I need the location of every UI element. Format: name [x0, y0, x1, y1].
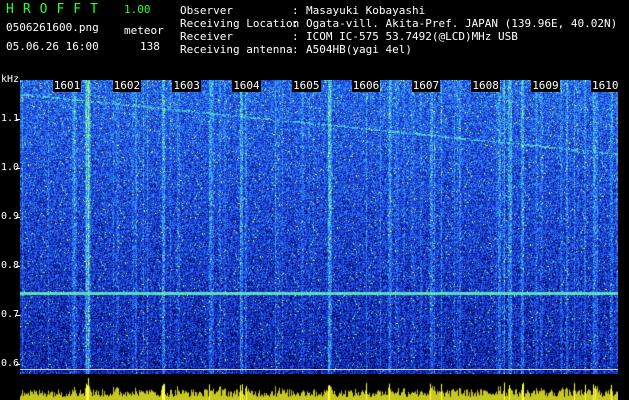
app-name: HROFFT — [6, 2, 107, 17]
observer-value: Masayuki Kobayashi — [306, 4, 426, 17]
event-type: meteor — [124, 24, 164, 37]
spectrogram-panel: kHz 1.1 1.0 0.9 0.8 0.7 0.6 1601 1602 1603 1604 1… — [0, 74, 629, 400]
event-count: 138 — [140, 40, 160, 53]
separator: : — [292, 17, 299, 30]
receiver-value: ICOM IC-575 53.7492(@LCD)MHz USB — [306, 30, 518, 43]
time-tick-label: 1608 — [471, 79, 500, 92]
y-tick-mark — [16, 119, 20, 121]
time-tick-label: 1601 — [52, 79, 82, 92]
observer-label: Observer — [180, 4, 233, 17]
filename: 0506261600.png — [6, 21, 99, 34]
datetime: 05.06.26 16:00 — [6, 40, 99, 53]
station-info: Observer: Masayuki Kobayashi Receiving Lo… — [180, 4, 617, 56]
y-tick-mark — [16, 266, 20, 268]
receiver-row: Receiver: ICOM IC-575 53.7492(@LCD)MHz US… — [180, 30, 617, 43]
y-tick-mark — [16, 217, 20, 219]
time-tick-label: 1606 — [351, 79, 381, 92]
time-tick-label: 1602 — [112, 79, 142, 92]
frequency-axis: kHz 1.1 1.0 0.9 0.8 0.7 0.6 — [0, 74, 20, 400]
observer-row: Observer: Masayuki Kobayashi — [180, 4, 617, 17]
signal-level-strip — [20, 376, 618, 400]
info-header: HROFFT 1.00 0506261600.png meteor 05.06.… — [0, 0, 629, 80]
separator: : — [292, 43, 299, 56]
antenna-value: A504HB(yagi 4el) — [306, 43, 412, 56]
time-tick-label: 1610 — [591, 79, 620, 92]
location-row: Receiving Location: Ogata-vill. Akita-Pre… — [180, 17, 617, 30]
separator: : — [292, 4, 299, 17]
baseline-line — [20, 369, 618, 370]
antenna-label: Receiving antenna — [180, 43, 293, 56]
app-version: 1.00 — [124, 3, 151, 16]
y-tick-mark — [16, 364, 20, 366]
time-tick-label: 1609 — [531, 79, 560, 92]
antenna-row: Receiving antenna: A504HB(yagi 4el) — [180, 43, 617, 56]
y-tick-mark — [16, 315, 20, 317]
time-tick-label: 1607 — [411, 79, 441, 92]
y-tick-mark — [16, 168, 20, 170]
separator: : — [292, 30, 299, 43]
frequency-unit-label: kHz — [1, 74, 20, 85]
time-tick-label: 1604 — [232, 79, 261, 92]
time-tick-label: 1603 — [172, 79, 201, 92]
spectrogram-heatmap — [20, 80, 618, 374]
receiver-label: Receiver — [180, 30, 233, 43]
location-value: Ogata-vill. Akita-Pref. JAPAN (139.96E, … — [306, 17, 618, 30]
time-tick-label: 1605 — [292, 79, 321, 92]
location-label: Receiving Location — [180, 17, 300, 30]
